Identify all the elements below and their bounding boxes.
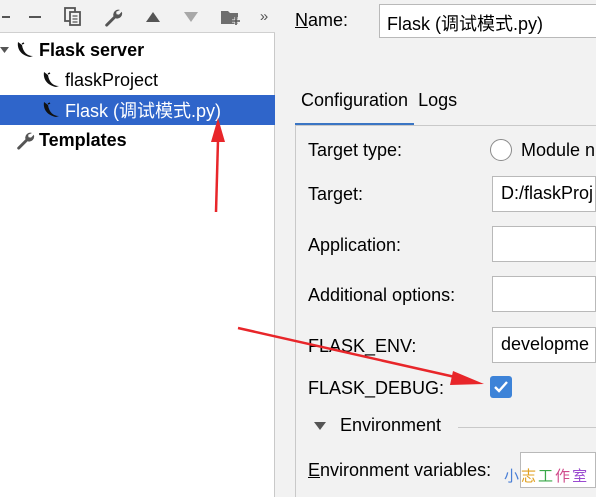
target-label: Target: [308, 184, 364, 204]
env-vars-label: Environment variables: [308, 460, 491, 481]
environment-section-label: Environment [340, 415, 442, 435]
tree-item-templates[interactable]: Templates [0, 125, 275, 155]
flask-debug-checkbox[interactable] [490, 376, 512, 398]
tab-configuration[interactable]: Configuration [295, 82, 415, 126]
collapse-icon[interactable] [0, 35, 12, 65]
tree-item-flaskproject[interactable]: flaskProject [0, 65, 275, 95]
tree-item-label: flaskProject [65, 69, 159, 90]
watermark-char: 作 [555, 468, 573, 485]
module-radio[interactable] [490, 139, 512, 161]
name-field[interactable]: Flask (调试模式.py) [379, 4, 596, 38]
application-field[interactable] [492, 226, 596, 262]
remove-icon[interactable] [22, 0, 48, 33]
watermark-char: 小 [504, 468, 522, 485]
flask-icon [14, 39, 36, 61]
checkmark-icon [494, 381, 508, 393]
flask-icon [40, 69, 62, 91]
watermark-char: 室 [572, 468, 590, 485]
tree-item-label: Templates [39, 129, 127, 150]
target-type-label: Target type: [308, 140, 403, 160]
move-up-icon[interactable] [140, 0, 166, 33]
tree-toolbar: » [0, 0, 275, 33]
watermark: 小志工作室 [504, 465, 589, 486]
flask-env-label: FLASK_ENV: [308, 336, 417, 356]
copy-icon[interactable] [60, 0, 86, 33]
module-option-label[interactable]: Module n [521, 140, 595, 161]
wrench-icon [14, 129, 36, 151]
tree-item-label: Flask (调试模式.py) [65, 101, 222, 121]
section-divider [458, 427, 596, 428]
wrench-icon[interactable] [100, 0, 126, 33]
tree-item-flask-debug[interactable]: Flask (调试模式.py) [0, 95, 275, 125]
flask-env-field[interactable]: developme [492, 327, 596, 363]
additional-options-label: Additional options: [308, 285, 456, 305]
watermark-char: 工 [538, 468, 556, 485]
target-field[interactable]: D:/flaskProj [492, 176, 596, 212]
flask-icon [40, 99, 62, 121]
watermark-char: 志 [521, 468, 539, 485]
configuration-editor: Name: Flask (调试模式.py) Configuration Logs… [276, 0, 596, 497]
config-tabs: Configuration Logs [295, 82, 463, 126]
name-label-text: ame: [308, 10, 349, 30]
name-label: Name: [295, 10, 348, 31]
flask-debug-label: FLASK_DEBUG: [308, 378, 445, 398]
env-vars-label-text: nvironment variables: [320, 460, 492, 480]
tree-item-flask-server[interactable]: Flask server [0, 35, 275, 65]
configurations-tree-panel: » Flask server flaskProject Flask (调试模式.… [0, 0, 275, 497]
new-folder-icon[interactable] [218, 0, 244, 33]
environment-section[interactable]: Environment [314, 415, 441, 436]
mnemonic-letter: N [295, 10, 308, 30]
expand-triangle-icon [314, 421, 326, 430]
additional-options-field[interactable] [492, 276, 596, 312]
add-icon[interactable] [0, 0, 14, 33]
tree-item-label: Flask server [39, 39, 145, 60]
mnemonic-letter: E [308, 460, 321, 480]
more-icon[interactable]: » [254, 0, 274, 33]
move-down-icon[interactable] [178, 0, 204, 33]
tab-logs[interactable]: Logs [414, 82, 463, 126]
application-label: Application: [308, 235, 402, 255]
